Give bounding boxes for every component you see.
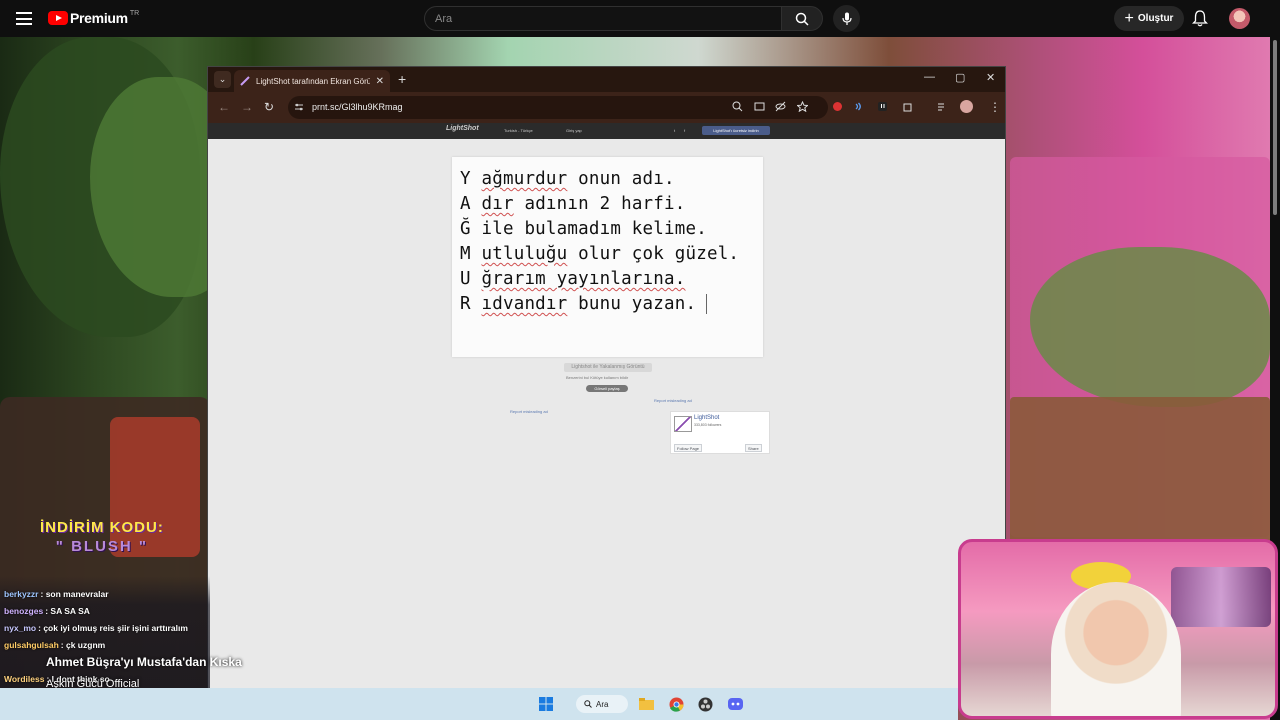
screenshot-image[interactable]: Y ağmurdur onun adı. A dır adının 2 harf… — [452, 157, 763, 357]
lightshot-feather-icon — [240, 76, 250, 86]
text-cursor — [706, 294, 708, 314]
obs-icon[interactable] — [697, 694, 713, 714]
youtube-premium-logo[interactable]: Premium TR — [48, 10, 139, 26]
screenshot-caption: Lightshot ile Yakalanmış Görüntü — [564, 363, 652, 372]
poem-line: U ğrarım yayınlarına. — [460, 269, 686, 289]
taskbar-search[interactable]: Ara — [576, 695, 628, 713]
microphone-icon — [841, 12, 852, 25]
screenshot-action-links[interactable]: Benzerini bul Kötüye kullanım bildir — [566, 375, 628, 380]
account-avatar[interactable] — [1229, 8, 1250, 29]
chat-message: benozges: SA SA SA — [4, 606, 90, 616]
file-explorer-icon[interactable] — [638, 694, 654, 714]
discount-code-overlay: İNDİRİM KODU: " BLUSH " — [40, 519, 164, 555]
poem-line: R ıdvandır bunu yazan. — [460, 292, 763, 317]
search-icon — [584, 700, 592, 708]
create-button[interactable]: + Oluştur — [1114, 6, 1184, 31]
extension-adblock-icon[interactable] — [832, 101, 843, 112]
chat-message: gulsahgulsah: çk uzgnm — [4, 640, 106, 650]
notifications-bell-icon[interactable] — [1191, 10, 1209, 32]
menu-icon[interactable] — [16, 12, 32, 25]
forward-icon[interactable]: → — [241, 100, 253, 114]
chrome-icon[interactable] — [668, 694, 684, 714]
youtube-play-icon — [48, 11, 68, 25]
login-link[interactable]: Giriş yap — [566, 128, 582, 133]
maximize-icon[interactable]: ▢ — [955, 71, 965, 84]
chat-message: nyx_mo: çok iyi olmuş reis şiir işini ar… — [4, 623, 188, 633]
extension-twitch-icon[interactable] — [877, 101, 888, 112]
background-shelf — [1010, 397, 1270, 547]
poem-line: Ğ ile bulamadım kelime. — [460, 219, 707, 239]
address-bar[interactable]: prnt.sc/Gl3lhu9KRmag — [288, 96, 828, 119]
scrollbar-thumb[interactable] — [1273, 40, 1277, 215]
chat-message: berkyzzr: son manevralar — [4, 589, 109, 599]
youtube-topbar: Premium TR + Oluştur — [0, 0, 1280, 37]
browser-window: ⌄ LightShot tarafından Ekran Görü ✕ + — … — [207, 66, 1006, 689]
back-icon[interactable]: ← — [218, 100, 230, 114]
facebook-icon[interactable]: f — [684, 128, 685, 133]
extensions-puzzle-icon[interactable] — [902, 101, 913, 112]
poem-line: A dır adının 2 harfi. — [460, 194, 686, 214]
cast-icon[interactable] — [754, 101, 765, 112]
close-window-icon[interactable]: ✕ — [986, 71, 995, 84]
close-tab-icon[interactable]: ✕ — [376, 76, 384, 87]
more-options-icon[interactable]: ⋮ — [989, 100, 1001, 114]
browser-toolbar: ← → ↻ prnt.sc/Gl3lhu9KRmag ⋮ — [208, 92, 1005, 123]
new-tab-button[interactable]: + — [398, 71, 406, 87]
lightshot-logo[interactable]: LightShot — [446, 125, 479, 132]
facebook-page-widget: LightShot 333,803 followers Follow Page … — [670, 411, 770, 454]
zoom-icon[interactable] — [732, 101, 743, 112]
site-info-icon[interactable] — [294, 102, 304, 112]
minimize-icon[interactable]: — — [924, 71, 935, 83]
profile-avatar[interactable] — [960, 100, 973, 113]
tab-strip: ⌄ LightShot tarafından Ekran Görü ✕ + — … — [208, 67, 1005, 92]
eye-off-icon[interactable] — [775, 101, 786, 112]
language-link[interactable]: Turkish - Türkçe — [504, 128, 533, 133]
lightshot-page: Y ağmurdur onun adı. A dır adının 2 harf… — [208, 139, 1005, 688]
report-ad-link[interactable]: Report misleading ad — [654, 398, 692, 403]
share-page-button[interactable]: Share — [745, 444, 762, 452]
lightshot-page-thumbnail — [674, 416, 692, 432]
search-input[interactable] — [425, 7, 781, 30]
report-ad-link[interactable]: Report misleading ad — [510, 409, 548, 414]
search-button[interactable] — [781, 6, 823, 31]
windows-start-icon[interactable] — [538, 694, 554, 714]
streamer — [1051, 582, 1181, 716]
lightshot-header: LightShot Turkish - Türkçe Giriş yap t f… — [208, 123, 1005, 139]
share-image-button[interactable]: Görseli paylaş — [586, 385, 628, 392]
plus-icon: + — [1124, 9, 1134, 27]
now-playing-title[interactable]: Ahmet Büşra'yı Mustafa'dan Kıska — [46, 655, 242, 669]
voice-search-button[interactable] — [833, 5, 860, 32]
browser-tab[interactable]: LightShot tarafından Ekran Görü ✕ — [234, 70, 390, 92]
extension-audio-icon[interactable] — [853, 101, 864, 112]
tab-search-button[interactable]: ⌄ — [214, 71, 231, 88]
search-icon — [795, 12, 809, 26]
poem-line: Y ağmurdur onun adı. — [460, 169, 675, 189]
webcam-overlay — [958, 539, 1278, 719]
media-controls-icon[interactable] — [937, 101, 948, 112]
search-box — [424, 6, 782, 31]
background-shelf — [1171, 567, 1271, 627]
windows-taskbar: Ara — [0, 688, 958, 720]
poem-line: M utluluğu olur çok güzel. — [460, 244, 740, 264]
discord-icon[interactable] — [727, 694, 743, 714]
bookmark-star-icon[interactable] — [797, 101, 808, 112]
reload-icon[interactable]: ↻ — [264, 100, 274, 114]
install-lightshot-button[interactable]: LightShot'ı ücretsiz indirin — [702, 126, 770, 135]
twitter-icon[interactable]: t — [674, 128, 675, 133]
follow-page-button[interactable]: Follow Page — [674, 444, 703, 452]
